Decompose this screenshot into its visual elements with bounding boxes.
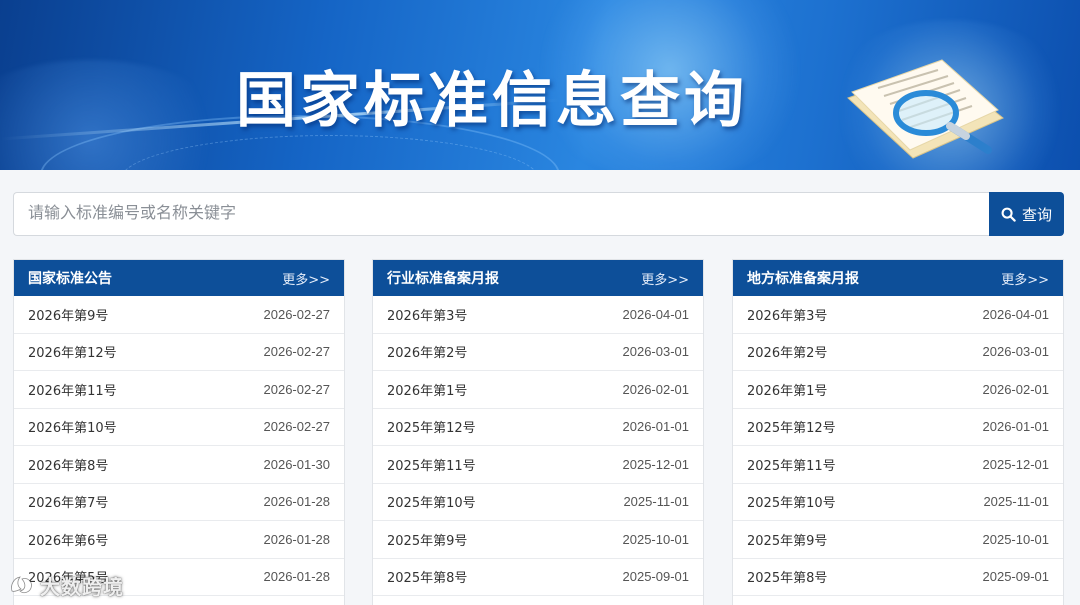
list-item-date: 2026-01-01 bbox=[982, 419, 1050, 435]
list-item-date: 2026-02-27 bbox=[263, 381, 331, 397]
more-link[interactable]: 更多>> bbox=[1001, 269, 1049, 288]
list-item[interactable]: 2026年第2号 2026-03-01 bbox=[373, 334, 703, 371]
list-item-title[interactable]: 2026年第2号 bbox=[387, 342, 467, 361]
list-item[interactable]: 2025年第8号 2025-09-01 bbox=[373, 559, 703, 596]
list-item[interactable]: 2025年第8号 2025-09-01 bbox=[733, 559, 1063, 596]
list-item[interactable]: 2026年第11号 2026-02-27 bbox=[14, 371, 344, 409]
list-item[interactable]: 2025年第10号 2025-11-01 bbox=[373, 484, 703, 521]
list-item-title[interactable]: 2025年第10号 bbox=[387, 492, 476, 511]
panel-local-standard-monthly: 地方标准备案月报 更多>> 2026年第3号 2026-04-01 2026年第2… bbox=[732, 259, 1064, 605]
search-icon bbox=[1001, 207, 1016, 222]
more-link[interactable]: 更多>> bbox=[641, 269, 689, 288]
list-item-date: 2026-02-01 bbox=[982, 381, 1050, 397]
list-item-date: 2026-04-01 bbox=[622, 306, 690, 322]
list-item-date: 2026-04-01 bbox=[982, 306, 1050, 322]
list-item-date: 2026-02-27 bbox=[263, 306, 331, 322]
document-magnifier-icon bbox=[847, 59, 1004, 159]
watermark-logo-icon bbox=[11, 576, 32, 594]
panel-industry-standard-monthly: 行业标准备案月报 更多>> 2026年第3号 2026-04-01 2026年第2… bbox=[372, 259, 704, 605]
list-item-title[interactable]: 2026年第6号 bbox=[28, 530, 108, 549]
list-item-title[interactable]: 2025年第11号 bbox=[387, 455, 476, 474]
list-item-date: 2026-02-01 bbox=[622, 381, 690, 397]
list-item-title[interactable]: 2026年第8号 bbox=[28, 455, 108, 474]
list-item-title[interactable]: 2026年第1号 bbox=[387, 380, 467, 399]
list-item[interactable]: 2026年第9号 2026-02-27 bbox=[14, 296, 344, 334]
list-item-date: 2026-01-01 bbox=[622, 419, 690, 435]
list-item-title[interactable]: 2026年第1号 bbox=[747, 380, 827, 399]
list-item-title[interactable]: 2025年第9号 bbox=[747, 530, 827, 549]
list-item-title[interactable]: 2026年第3号 bbox=[747, 305, 827, 324]
search-input[interactable] bbox=[13, 192, 989, 236]
list-item-date: 2025-12-01 bbox=[982, 456, 1050, 472]
banner: 国家标准信息查询 bbox=[0, 0, 1080, 170]
search-button-label: 查询 bbox=[1021, 205, 1052, 224]
list-item-date: 2026-03-01 bbox=[622, 344, 690, 360]
list-item-title[interactable]: 2026年第7号 bbox=[28, 492, 108, 511]
list-item-title[interactable]: 2026年第11号 bbox=[28, 380, 117, 399]
list-item[interactable]: 2025年第9号 2025-10-01 bbox=[733, 521, 1063, 559]
watermark: 大数跨境 bbox=[8, 570, 124, 600]
list-item-date: 2026-01-30 bbox=[263, 456, 331, 472]
banner-title: 国家标准信息查询 bbox=[236, 66, 748, 136]
list-item-date: 2026-01-28 bbox=[263, 531, 331, 547]
list-item[interactable]: 2026年第2号 2026-03-01 bbox=[733, 334, 1063, 371]
list-item[interactable]: 2025年第12号 2026-01-01 bbox=[733, 409, 1063, 446]
list-item-date: 2025-11-01 bbox=[983, 494, 1049, 510]
list-item[interactable]: 2026年第3号 2026-04-01 bbox=[373, 296, 703, 334]
list-item[interactable]: 2026年第1号 2026-02-01 bbox=[373, 371, 703, 409]
list-item-date: 2025-09-01 bbox=[622, 569, 690, 585]
list-item[interactable]: 2026年第1号 2026-02-01 bbox=[733, 371, 1063, 409]
list-item-title[interactable]: 2025年第9号 bbox=[387, 530, 467, 549]
list-item[interactable]: 2026年第10号 2026-02-27 bbox=[14, 409, 344, 446]
list-item-title[interactable]: 2025年第11号 bbox=[747, 455, 836, 474]
list-item-title[interactable]: 2026年第3号 bbox=[387, 305, 467, 324]
panel-header: 国家标准公告 更多>> bbox=[14, 260, 344, 296]
list-item[interactable]: 2025年第9号 2025-10-01 bbox=[373, 521, 703, 559]
list-item-date: 2025-10-01 bbox=[982, 531, 1050, 547]
list-item-date: 2025-10-01 bbox=[622, 531, 690, 547]
list-item-title[interactable]: 2025年第10号 bbox=[747, 492, 836, 511]
list-item[interactable]: 2025年第12号 2026-01-01 bbox=[373, 409, 703, 446]
list-item-title[interactable]: 2026年第2号 bbox=[747, 342, 827, 361]
list-item-date: 2026-02-27 bbox=[263, 419, 331, 435]
list-item-date: 2026-01-28 bbox=[263, 494, 331, 510]
list-item-title[interactable]: 2026年第9号 bbox=[28, 305, 108, 324]
panel-title: 国家标准公告 bbox=[28, 271, 112, 287]
list-item[interactable]: 2026年第3号 2026-04-01 bbox=[733, 296, 1063, 334]
list-item[interactable]: 2025年第11号 2025-12-01 bbox=[733, 446, 1063, 484]
list-item-title[interactable]: 2025年第12号 bbox=[387, 417, 476, 436]
list-item[interactable]: 2026年第7号 2026-01-28 bbox=[14, 484, 344, 521]
panel-national-standard-notices: 国家标准公告 更多>> 2026年第9号 2026-02-27 2026年第12号… bbox=[13, 259, 345, 605]
search-button[interactable]: 查询 bbox=[989, 192, 1064, 236]
list-item-date: 2026-03-01 bbox=[982, 344, 1050, 360]
list-item[interactable]: 2025年第11号 2025-12-01 bbox=[373, 446, 703, 484]
list-item[interactable]: 2026年第12号 2026-02-27 bbox=[14, 334, 344, 371]
panel-header: 行业标准备案月报 更多>> bbox=[373, 260, 703, 296]
panel-title: 行业标准备案月报 bbox=[387, 271, 499, 287]
page: 国家标准信息查询 查询 bbox=[0, 0, 1080, 605]
list-item-title[interactable]: 2025年第8号 bbox=[387, 567, 467, 586]
list-item[interactable]: 2026年第8号 2026-01-30 bbox=[14, 446, 344, 484]
watermark-text: 大数跨境 bbox=[40, 574, 124, 599]
list-item-title[interactable]: 2025年第12号 bbox=[747, 417, 836, 436]
more-link[interactable]: 更多>> bbox=[282, 269, 330, 288]
list-item[interactable]: 2026年第6号 2026-01-28 bbox=[14, 521, 344, 559]
search-bar: 查询 bbox=[13, 192, 1064, 236]
list-item-date: 2026-01-28 bbox=[263, 569, 331, 585]
list-item-title[interactable]: 2026年第12号 bbox=[28, 342, 117, 361]
panel-header: 地方标准备案月报 更多>> bbox=[733, 260, 1063, 296]
list-item-date: 2025-11-01 bbox=[623, 494, 689, 510]
list-item-title[interactable]: 2026年第10号 bbox=[28, 417, 117, 436]
panel-title: 地方标准备案月报 bbox=[747, 271, 859, 287]
list-item-title[interactable]: 2025年第8号 bbox=[747, 567, 827, 586]
list-item-date: 2026-02-27 bbox=[263, 344, 331, 360]
list-item[interactable]: 2025年第10号 2025-11-01 bbox=[733, 484, 1063, 521]
list-item-date: 2025-12-01 bbox=[622, 456, 690, 472]
list-item-date: 2025-09-01 bbox=[982, 569, 1050, 585]
